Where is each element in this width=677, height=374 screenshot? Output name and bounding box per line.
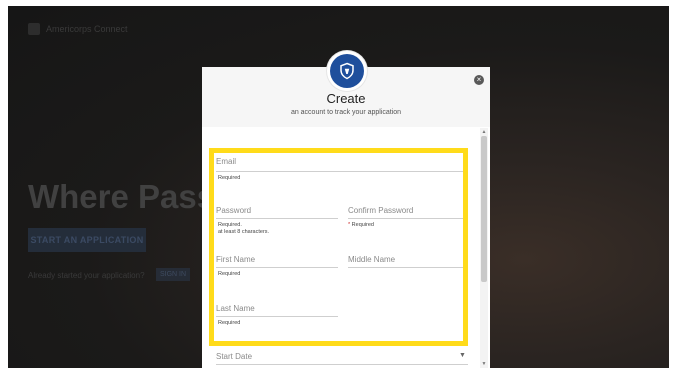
form-highlight-box — [209, 148, 468, 346]
sign-in-button[interactable]: SIGN IN — [156, 268, 190, 281]
scroll-up-icon[interactable]: ▲ — [481, 129, 487, 135]
modal-title: Create — [326, 91, 366, 106]
background-brand: Americorps Connect — [28, 23, 128, 35]
start-application-button[interactable]: START AN APPLICATION — [28, 228, 146, 252]
screenshot-frame: Americorps Connect Where Passi START AN … — [0, 0, 677, 374]
scroll-thumb[interactable] — [481, 136, 487, 282]
shield-glyph-icon — [340, 62, 354, 80]
shield-icon — [330, 54, 364, 88]
already-started-text: Already started your application? — [28, 271, 145, 280]
brand-logo-icon — [28, 23, 40, 35]
start-date-select[interactable] — [216, 364, 468, 365]
modal-subtitle: an account to track your application — [290, 109, 402, 116]
close-icon[interactable]: × — [474, 75, 484, 85]
chevron-down-icon[interactable]: ▼ — [459, 352, 466, 359]
start-date-label[interactable]: Start Date — [216, 352, 252, 361]
brand-text: Americorps Connect — [46, 24, 128, 34]
brand-badge — [327, 51, 367, 91]
background-headline: Where Passi — [28, 178, 225, 215]
scroll-down-icon[interactable]: ▼ — [481, 361, 487, 367]
modal-scrollbar[interactable]: ▲ ▼ — [480, 128, 488, 368]
